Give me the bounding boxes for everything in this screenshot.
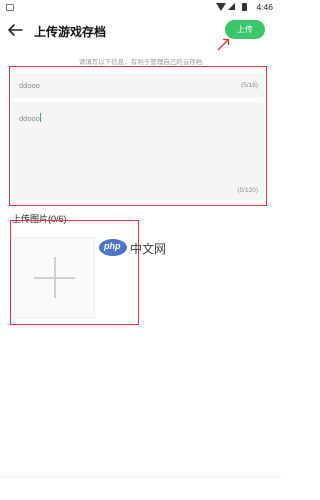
watermark-badge-text: php	[104, 241, 121, 251]
text-cursor	[40, 113, 42, 122]
save-description-value: ddooo	[19, 113, 42, 123]
status-bar: 4:46	[0, 0, 281, 16]
save-description-input[interactable]: ddooo (5/120)	[13, 102, 264, 200]
wifi-icon	[216, 3, 226, 11]
notification-icon	[6, 4, 14, 11]
save-title-counter: (5/16)	[241, 82, 258, 89]
status-time: 4:46	[256, 2, 273, 12]
signal-icon	[228, 3, 235, 10]
battery-icon	[242, 3, 247, 11]
watermark-text: 中文网	[130, 242, 167, 256]
nav-divider	[0, 476, 281, 477]
navigation-bar	[0, 476, 281, 500]
upload-button[interactable]: 上传	[225, 20, 265, 39]
app-header: 上传游戏存档 上传	[0, 16, 281, 46]
annotation-arrow-icon	[217, 38, 230, 51]
add-image-button[interactable]	[14, 237, 95, 318]
save-description-counter: (5/120)	[237, 187, 258, 194]
hint-text: 请填写以下信息，有利于管理自己的云存档	[78, 59, 203, 66]
back-arrow-icon[interactable]	[6, 21, 24, 39]
page-title: 上传游戏存档	[34, 25, 107, 39]
save-title-value: ddooo	[19, 81, 40, 90]
save-title-input[interactable]: ddooo (5/16)	[13, 73, 264, 98]
